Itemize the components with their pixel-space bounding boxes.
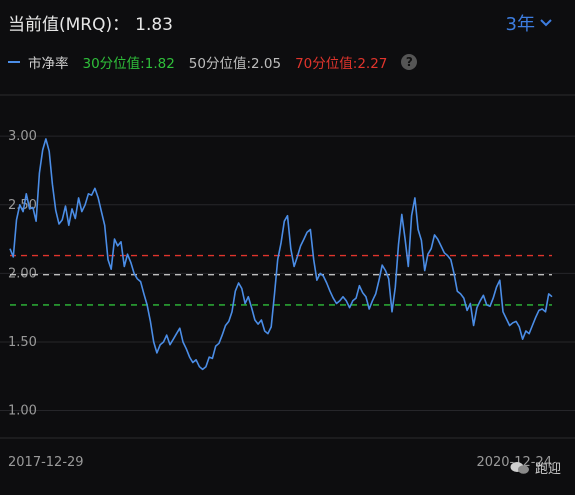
help-icon[interactable]: ? xyxy=(401,54,418,70)
y-tick-label: 1.00 xyxy=(8,404,37,419)
current-value-header: 当前值(MRQ)： 1.83 xyxy=(8,10,173,35)
y-tick-label: 1.50 xyxy=(8,335,37,350)
series-swatch-icon xyxy=(8,61,20,63)
pb-chart: 3.002.502.001.501.002017-12-292020-12-24 xyxy=(0,94,575,470)
y-tick-label: 2.00 xyxy=(8,266,37,281)
x-start-label: 2017-12-29 xyxy=(8,455,84,470)
legend-p70: 70分位值:2.27 xyxy=(295,52,387,72)
watermark: 跑迎 xyxy=(510,458,561,477)
chevron-down-icon xyxy=(540,19,552,27)
legend-p30: 30分位值:1.82 xyxy=(83,52,175,72)
legend-p50: 50分位值:2.05 xyxy=(189,52,281,72)
series-line xyxy=(9,138,553,371)
current-value: 1.83 xyxy=(135,15,173,35)
legend-p50-label: 50分位值:2.05 xyxy=(188,56,282,72)
period-label: 3年 xyxy=(505,14,535,35)
legend-p70-label: 70分位值:2.27 xyxy=(295,56,388,72)
period-selector[interactable]: 3年 xyxy=(506,10,553,36)
legend-p30-label: 30分位值:1.82 xyxy=(82,56,175,72)
y-tick-label: 3.00 xyxy=(8,129,37,144)
chart-legend: 市净率 30分位值:1.82 50分位值:2.05 70分位值:2.27 ? xyxy=(8,52,418,72)
legend-series-label: 市净率 xyxy=(28,56,69,72)
wechat-icon xyxy=(510,461,529,474)
watermark-text: 跑迎 xyxy=(534,462,561,477)
current-value-label: 当前值(MRQ)： xyxy=(8,15,130,35)
legend-series: 市净率 xyxy=(8,52,69,72)
